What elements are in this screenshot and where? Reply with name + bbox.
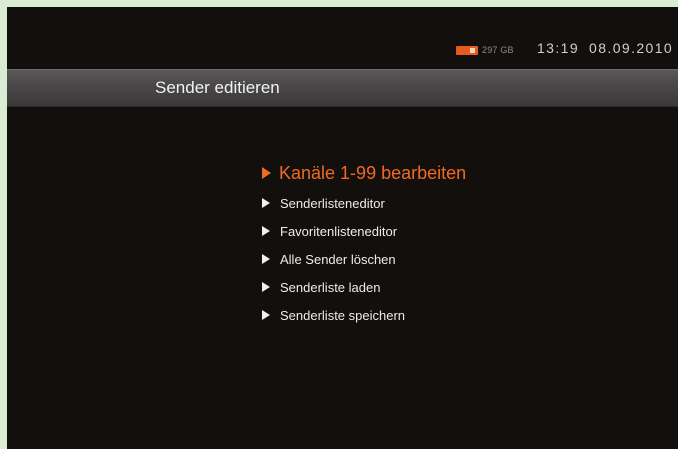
menu-item-edit-channels-1-99[interactable]: Kanäle 1-99 bearbeiten — [262, 157, 466, 189]
play-arrow-icon — [262, 226, 270, 236]
play-arrow-icon — [262, 282, 270, 292]
menu-item-favorites-list-editor[interactable]: Favoritenlisteneditor — [262, 217, 466, 245]
menu-item-label: Alle Sender löschen — [280, 251, 396, 267]
date: 08.09.2010 — [589, 40, 674, 56]
menu-item-label: Senderliste speichern — [280, 307, 406, 323]
menu-item-delete-all-channels[interactable]: Alle Sender löschen — [262, 245, 466, 273]
menu-item-label: Senderliste laden — [280, 279, 381, 295]
tv-screen: 297 GB 13:19 08.09.2010 Sender editieren … — [7, 7, 678, 449]
menu-item-channel-list-editor[interactable]: Senderlisteneditor — [262, 189, 466, 217]
menu-list: Kanäle 1-99 bearbeiten Senderlistenedito… — [262, 157, 466, 329]
clock: 13:19 08.09.2010 — [537, 40, 673, 56]
play-arrow-icon — [262, 198, 270, 208]
play-arrow-icon — [262, 254, 270, 264]
page-title: Sender editieren — [155, 78, 280, 97]
time: 13:19 — [537, 40, 580, 56]
hdd-free-space: 297 GB — [482, 45, 514, 55]
hdd-icon — [456, 45, 478, 55]
menu-item-label: Favoritenlisteneditor — [280, 223, 398, 239]
menu-item-label: Senderlisteneditor — [280, 195, 385, 211]
menu-item-save-channel-list[interactable]: Senderliste speichern — [262, 301, 466, 329]
hdd-indicator: 297 GB — [456, 45, 514, 55]
title-bar: Sender editieren — [7, 69, 678, 107]
play-arrow-icon — [262, 310, 270, 320]
play-arrow-icon — [262, 167, 271, 179]
status-bar: 297 GB 13:19 08.09.2010 — [7, 7, 678, 69]
menu-item-label: Kanäle 1-99 bearbeiten — [279, 162, 467, 183]
menu-item-load-channel-list[interactable]: Senderliste laden — [262, 273, 466, 301]
